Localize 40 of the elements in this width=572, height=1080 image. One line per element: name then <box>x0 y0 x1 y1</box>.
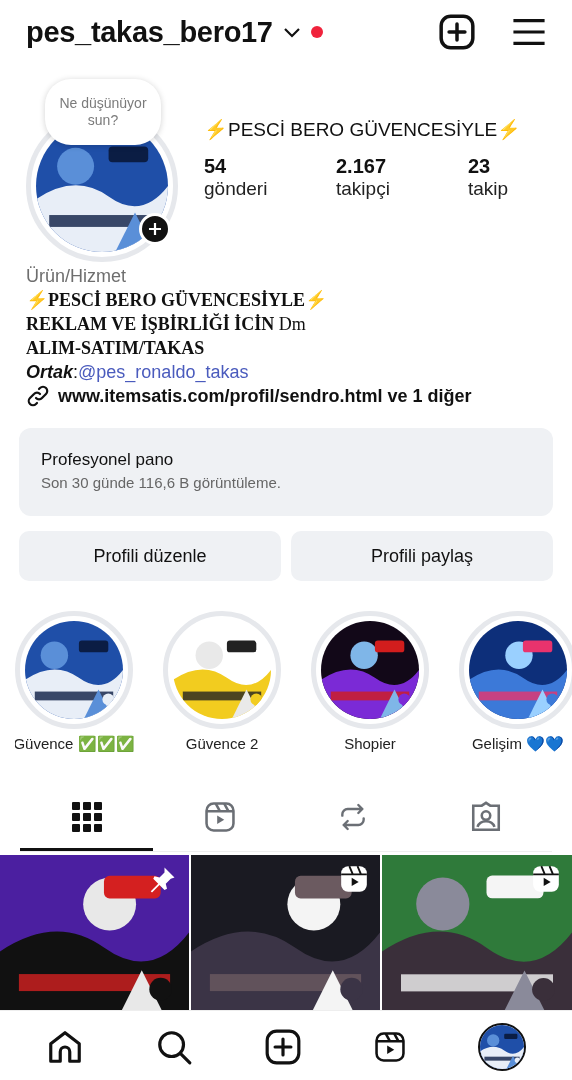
reels-icon <box>373 1030 408 1064</box>
profile-button[interactable]: Profili paylaş <box>291 531 553 581</box>
bio-line: ALIM-SATIM/TAKAS <box>26 337 206 360</box>
bio-line: ⚡PESCİ BERO GÜVENCESİYLE⚡ <box>26 289 329 312</box>
grid-icon <box>71 801 102 832</box>
category-label: Ürün/Hizmet <box>26 265 128 288</box>
username[interactable]: pes_takas_bero17 <box>26 15 273 49</box>
profile-button[interactable]: Profili düzenle <box>19 531 281 581</box>
website-link[interactable]: www.itemsatis.com/profil/sendro.html ve 1 diğer <box>58 384 472 408</box>
display-name: ⚡PESCİ BERO GÜVENCESİYLE⚡ <box>204 118 523 141</box>
create-icon <box>438 13 476 51</box>
highlight-label[interactable]: Güvence 2 <box>185 735 259 752</box>
dashboard-title: Profesyonel pano <box>41 450 175 470</box>
create-icon <box>263 1028 302 1066</box>
stat-label[interactable]: gönderi <box>204 178 336 200</box>
highlight-label[interactable]: Güvence ✅✅✅ <box>15 735 135 753</box>
reels-icon <box>202 799 237 834</box>
bio-line: REKLAM VE İŞBİRLİĞİ İCİN Dm <box>26 312 307 336</box>
stat-count[interactable]: 54 <box>204 155 336 178</box>
stat-label[interactable]: takipçi <box>336 178 468 200</box>
reels-icon <box>340 865 368 893</box>
reels-button[interactable] <box>373 1030 408 1064</box>
profile-avatar-button[interactable] <box>478 1023 527 1071</box>
mention-link[interactable]: @pes_ronaldo_takas <box>78 362 249 382</box>
stat-count[interactable]: 2.167 <box>336 155 468 178</box>
plus-icon <box>147 221 163 237</box>
partner-line: Ortak:@pes_ronaldo_takas <box>26 361 250 384</box>
create-button[interactable] <box>438 13 476 51</box>
highlight-label[interactable]: Shopier <box>344 735 396 752</box>
link-icon <box>26 384 50 408</box>
note-bubble[interactable]: Ne düşünüyor sun? <box>45 79 161 145</box>
create-button[interactable] <box>263 1028 302 1066</box>
add-story-button[interactable] <box>139 213 171 245</box>
chevron-down-icon[interactable] <box>282 26 301 38</box>
stat-count[interactable]: 23 <box>468 155 572 178</box>
highlight-label[interactable]: Gelişim 💙💙 <box>471 735 565 753</box>
dashboard-card[interactable]: Profesyonel pano Son 30 günde 116,6 B görüntüleme. <box>19 428 553 516</box>
dashboard-subtitle: Son 30 günde 116,6 B görüntüleme. <box>41 474 282 491</box>
stat-label[interactable]: takip <box>468 178 572 200</box>
reels-icon <box>532 865 560 893</box>
